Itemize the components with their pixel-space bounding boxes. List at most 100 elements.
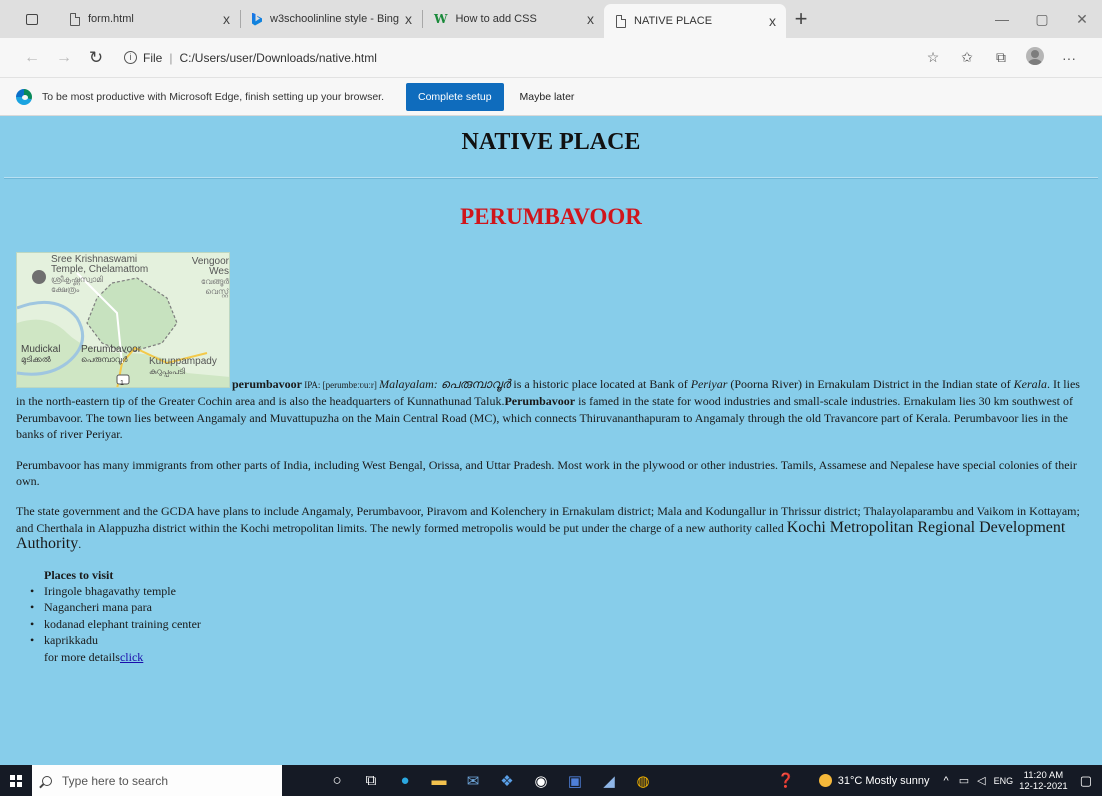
ipa-text: IPA: [perumbɐːʋuːr] <box>302 380 380 390</box>
tab-actions-icon[interactable] <box>26 13 38 25</box>
restore-icon[interactable]: ▢ <box>1022 11 1062 28</box>
horizontal-rule <box>4 177 1098 179</box>
chrome-icon[interactable]: ◍ <box>626 772 660 790</box>
notifications-icon[interactable]: ▢ <box>1080 773 1092 789</box>
language-indicator[interactable]: ENG <box>994 776 1014 786</box>
tab-how-to-add-css[interactable]: W How to add CSS x <box>422 0 604 38</box>
tab-close-icon[interactable]: x <box>587 11 594 27</box>
forward-arrow-icon[interactable]: → <box>48 49 80 67</box>
map-label: Perumbavoor <box>81 344 142 355</box>
place-name-bold: perumbavoor <box>232 377 302 391</box>
minimize-icon[interactable]: — <box>982 11 1022 27</box>
edge-taskbar-icon[interactable]: ● <box>388 772 422 789</box>
map-label: ക്ഷേത്രം <box>51 285 80 294</box>
more-icon[interactable]: ··· <box>1052 50 1086 66</box>
clock-time: 11:20 AM <box>1023 769 1064 781</box>
click-link[interactable]: click <box>120 650 143 664</box>
map-image: Sree Krishnaswami Temple, Chelamattom ശ്… <box>16 252 230 388</box>
infobar-message: To be most productive with Microsoft Edg… <box>42 90 384 103</box>
search-placeholder: Type here to search <box>62 773 169 788</box>
favorites-icon[interactable]: ✩ <box>950 49 984 66</box>
sun-icon <box>818 774 832 787</box>
task-view-icon[interactable]: ⧉ <box>354 772 388 789</box>
window-controls: — ▢ ✕ <box>982 0 1102 38</box>
cortana-icon[interactable]: ○ <box>320 772 354 789</box>
refresh-icon[interactable]: ↻ <box>80 48 112 68</box>
more-details: for more detailsclick <box>44 649 1092 665</box>
tab-label: NATIVE PLACE <box>634 15 713 27</box>
avatar <box>1026 47 1044 65</box>
page-icon <box>70 12 80 26</box>
map-label: വെസ്റ്റ് <box>205 287 229 296</box>
system-tray: ❓ 31°C Mostly sunny ^ ▭ ◁ ENG 11:20 AM 1… <box>777 770 1102 792</box>
clock[interactable]: 11:20 AM 12-12-2021 <box>1019 770 1068 792</box>
w3-icon: W <box>434 12 448 26</box>
tab-native-place[interactable]: NATIVE PLACE x <box>604 4 786 38</box>
page-icon <box>616 14 626 28</box>
app-icon[interactable]: ◉ <box>524 772 558 790</box>
places-section: Places to visit Iringole bhagavathy temp… <box>30 567 1092 665</box>
map-label: Kuruppampady <box>149 356 217 367</box>
map-label: Vengoor Wes <box>191 256 229 277</box>
periyar-text: Periyar <box>690 377 728 391</box>
bing-icon <box>252 12 262 26</box>
notes-icon[interactable]: ◢ <box>592 772 626 790</box>
word-icon[interactable]: ▣ <box>558 772 592 790</box>
help-icon[interactable]: ❓ <box>777 772 794 789</box>
page-title: NATIVE PLACE <box>461 129 641 155</box>
para-text: . <box>78 537 82 552</box>
taskbar-search[interactable]: Type here to search <box>32 765 282 796</box>
places-title: Places to visit <box>44 567 114 582</box>
tab-close-icon[interactable]: x <box>769 13 776 29</box>
tab-label: w3schoolinline style - Bing <box>270 13 400 25</box>
weather-widget[interactable]: 31°C Mostly sunny <box>818 774 930 787</box>
list-item: Nagancheri mana para <box>30 599 1092 616</box>
map-label: Mudickal <box>21 344 61 355</box>
malayalam-name: പെരുമ്പാവൂർ <box>440 377 511 391</box>
tab-actions <box>0 0 58 38</box>
para-text: (Poorna River) in Ernakulam District in … <box>727 377 1014 391</box>
route-shield: 1 <box>120 380 124 387</box>
tab-label: How to add CSS <box>455 13 537 25</box>
info-icon[interactable]: i <box>124 51 137 64</box>
collections-icon[interactable]: ⧉ <box>984 49 1018 66</box>
start-button[interactable] <box>0 774 32 787</box>
complete-setup-button[interactable]: Complete setup <box>406 82 504 111</box>
dropbox-icon[interactable]: ❖ <box>490 772 524 790</box>
tab-close-icon[interactable]: x <box>223 11 230 27</box>
close-window-icon[interactable]: ✕ <box>1062 11 1102 28</box>
setup-infobar: To be most productive with Microsoft Edg… <box>0 78 1102 116</box>
pinned-apps: ○ ⧉ ● ▬ ✉ ❖ ◉ ▣ ◢ ◍ <box>320 772 660 790</box>
metro-paragraph: The state government and the GCDA have p… <box>16 503 1092 552</box>
tab-strip: form.html x w3schoolinline style - Bing … <box>0 0 1102 38</box>
map-label: പെരുമ്പാവൂർ <box>81 355 128 364</box>
volume-icon[interactable]: ◁ <box>977 774 985 787</box>
tab-close-icon[interactable]: x <box>405 11 412 27</box>
new-tab-button[interactable]: + <box>786 0 816 38</box>
tab-label: form.html <box>88 13 134 25</box>
network-icon[interactable]: ▭ <box>959 774 969 787</box>
tray-chevron-icon[interactable]: ^ <box>944 775 949 787</box>
taskbar: Type here to search ○ ⧉ ● ▬ ✉ ❖ ◉ ▣ ◢ ◍ … <box>0 765 1102 796</box>
browser-toolbar: ☆ ✩ ⧉ ··· <box>916 47 1086 68</box>
weather-text: 31°C Mostly sunny <box>837 774 930 787</box>
url-separator: | <box>169 50 173 65</box>
lang-label: Malayalam: <box>379 377 441 391</box>
map-label: കുറുപ്പംപടി <box>149 367 185 376</box>
profile-icon[interactable] <box>1018 47 1052 68</box>
maybe-later-button[interactable]: Maybe later <box>508 83 587 111</box>
url-text: C:/Users/user/Downloads/native.html <box>179 50 377 65</box>
add-favorite-icon[interactable]: ☆ <box>916 49 950 66</box>
search-icon <box>42 775 52 786</box>
places-list: Iringole bhagavathy temple Nagancheri ma… <box>30 583 1092 649</box>
place-name-bold: Perumbavoor <box>504 394 576 409</box>
mail-icon[interactable]: ✉ <box>456 772 490 790</box>
url-field[interactable]: i File | C:/Users/user/Downloads/native.… <box>124 51 377 65</box>
clock-date: 12-12-2021 <box>1019 780 1068 792</box>
map-label: ശ്രീകൃഷ്ണസ്വാമി <box>51 275 103 284</box>
windows-icon <box>10 774 22 787</box>
tab-bing[interactable]: w3schoolinline style - Bing x <box>240 0 422 38</box>
file-explorer-icon[interactable]: ▬ <box>422 772 456 789</box>
back-arrow-icon[interactable]: ← <box>16 49 48 67</box>
tab-form[interactable]: form.html x <box>58 0 240 38</box>
